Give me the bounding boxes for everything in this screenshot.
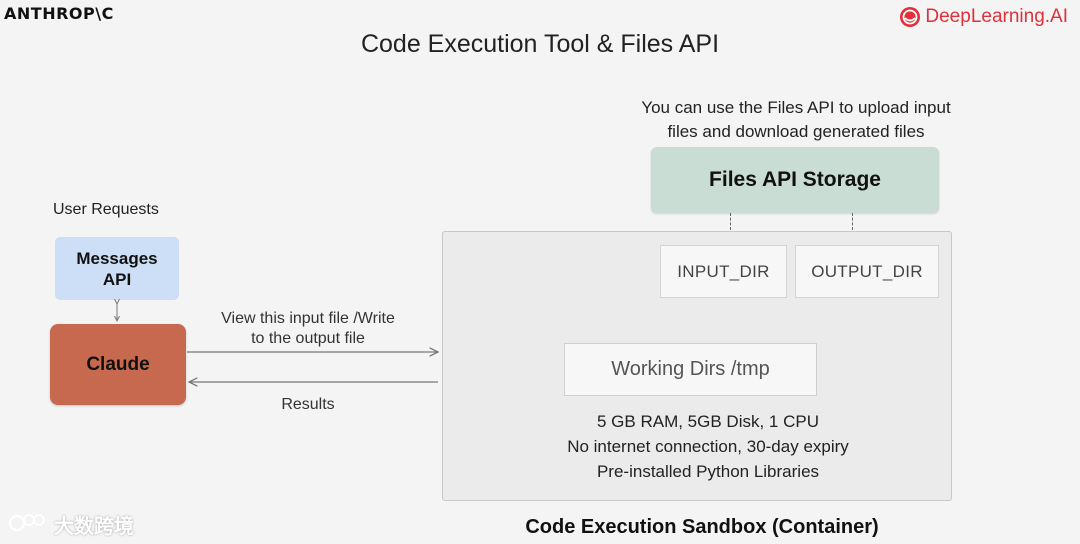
request-arrow-line: to the output file (251, 330, 365, 347)
request-arrow-label: View this input file /Write to the outpu… (196, 309, 420, 349)
slide: ANTHROP\C DeepLearning.AI Code Execution… (0, 0, 1080, 544)
request-arrow-line: View this input file /Write (221, 310, 395, 327)
watermark-text: 大数跨境 (54, 516, 134, 538)
watermark-logo-icon (8, 511, 48, 539)
results-arrow-label: Results (281, 396, 335, 413)
diagram-arrows (0, 0, 1080, 544)
watermark: 大数跨境 (8, 510, 134, 539)
